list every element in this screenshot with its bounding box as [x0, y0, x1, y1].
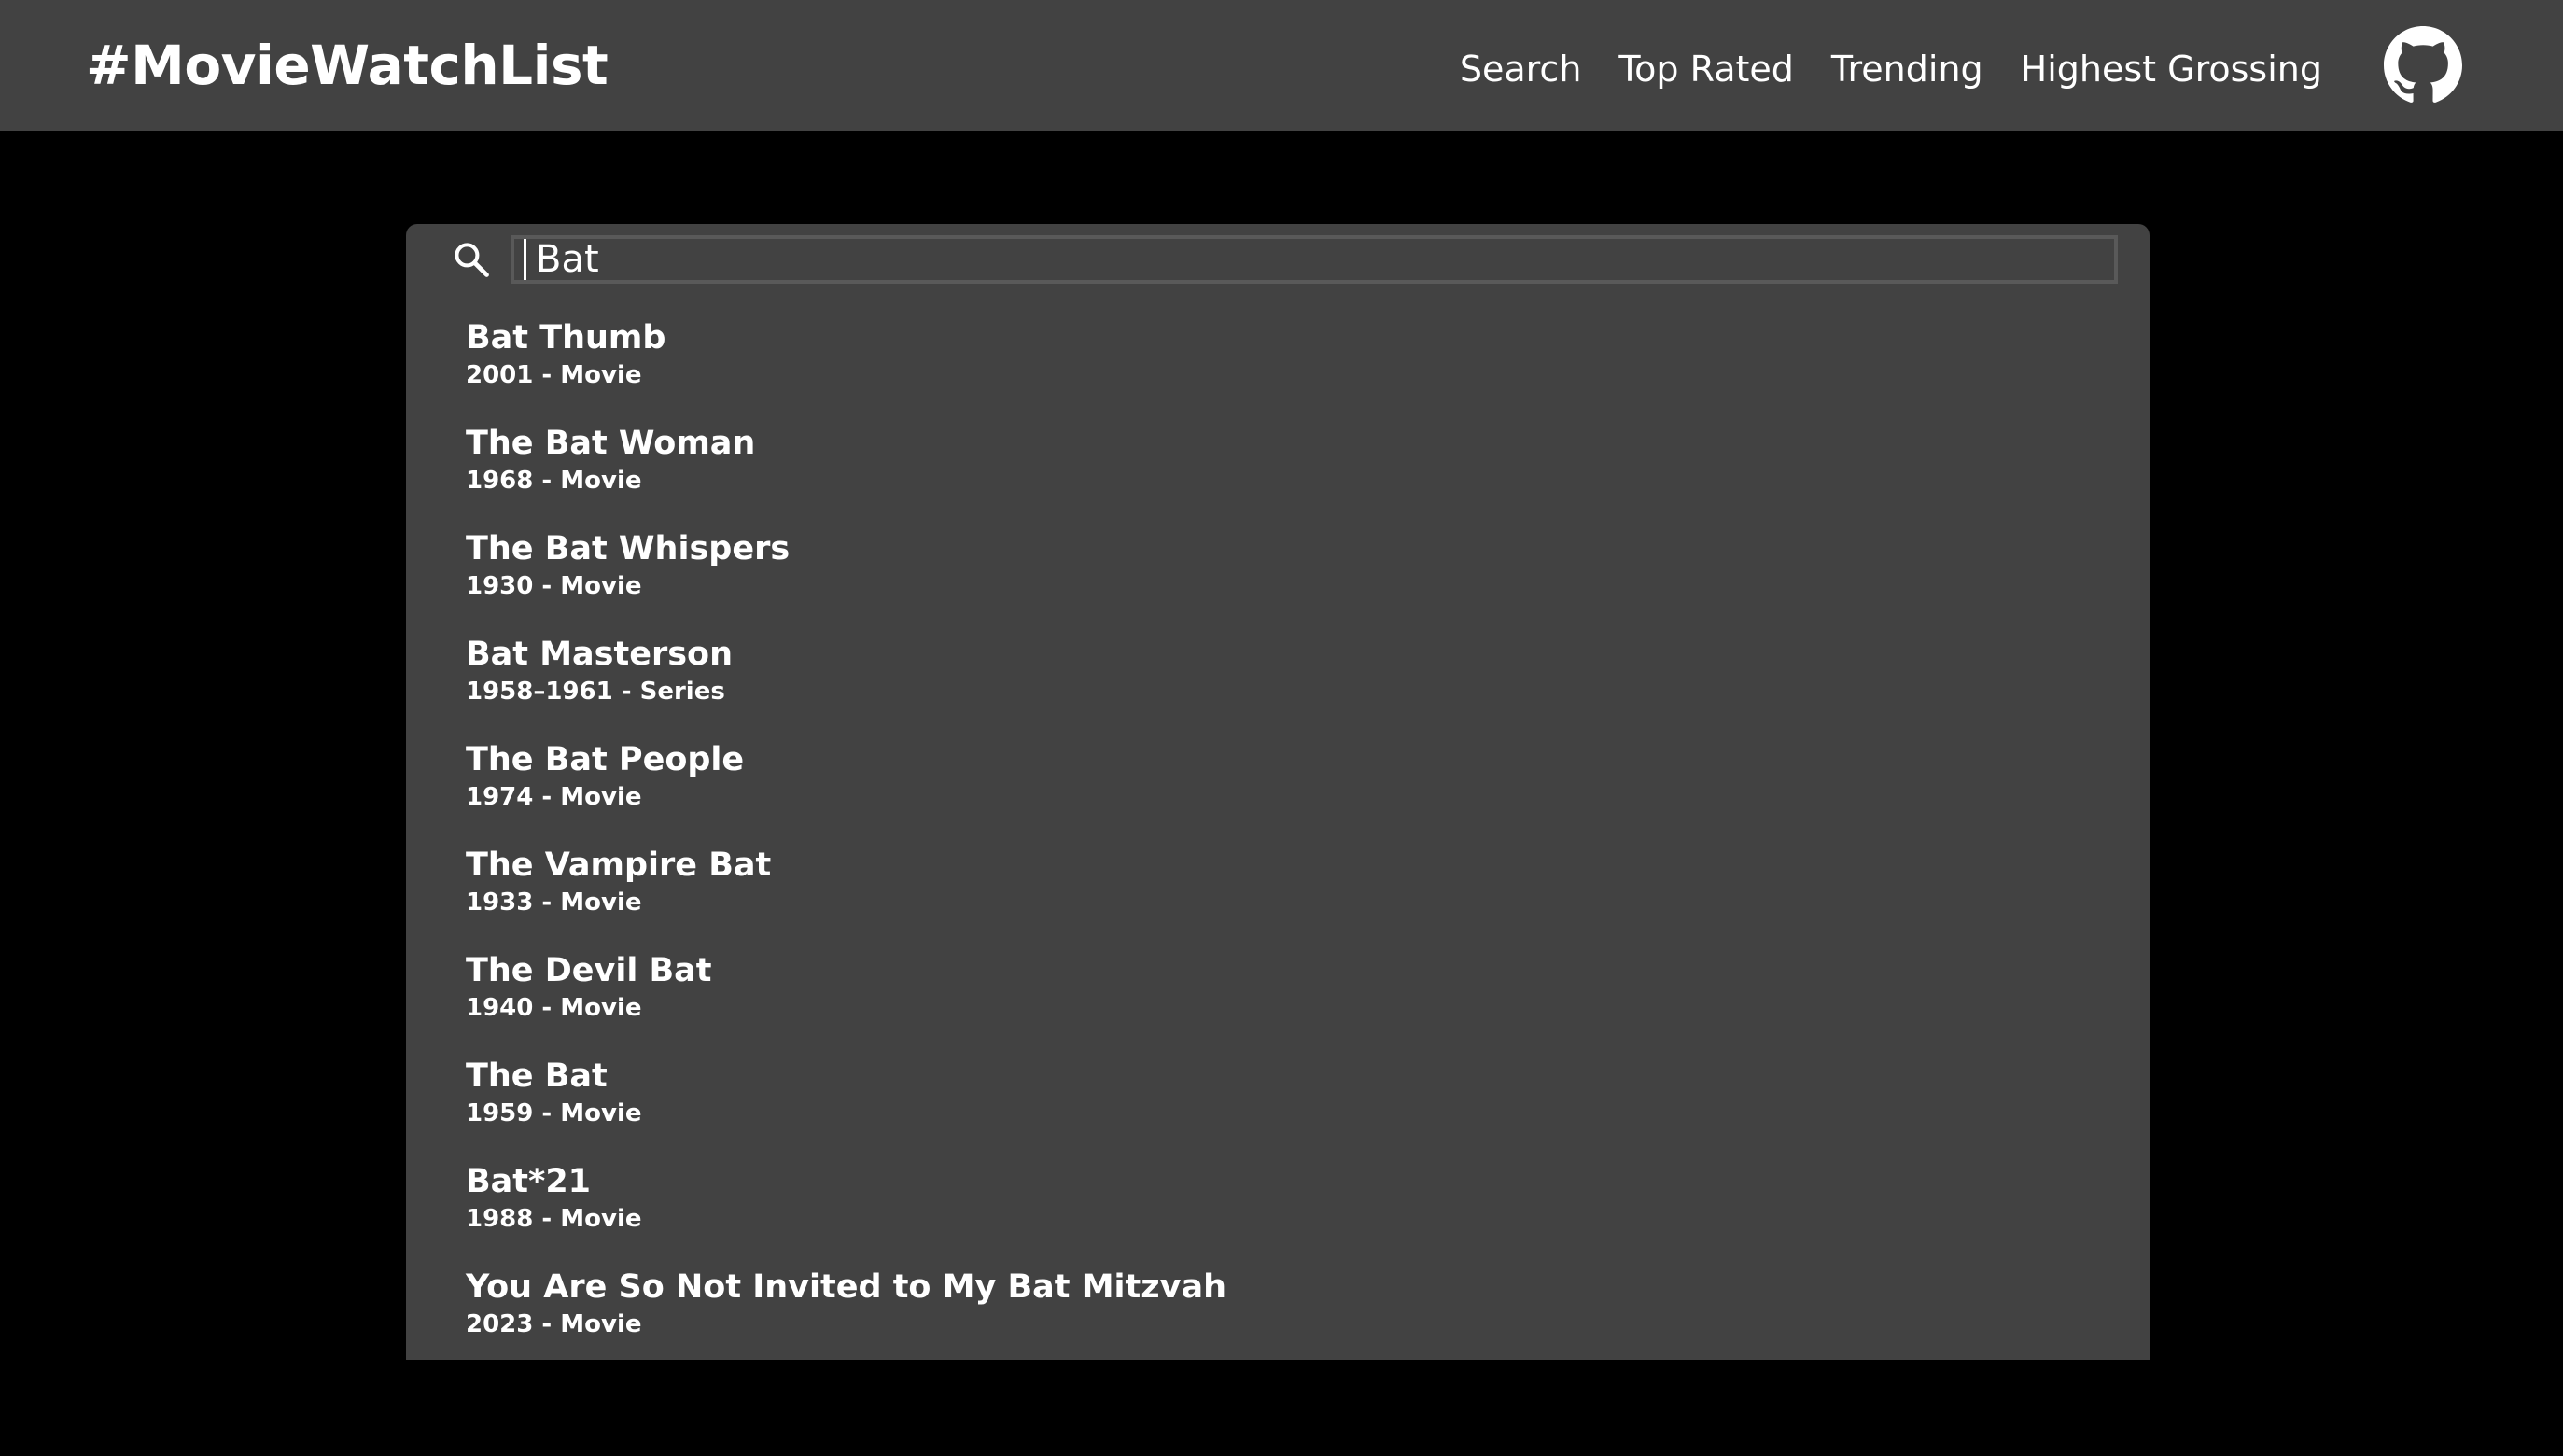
result-meta: 1940 - Movie [466, 994, 642, 1022]
search-field[interactable] [511, 235, 2118, 284]
result-title: The Bat People [466, 741, 745, 778]
result-meta: 2001 - Movie [466, 361, 642, 389]
search-panel: Bat Thumb 2001 - Movie The Bat Woman 196… [406, 224, 2150, 1360]
result-item[interactable]: Bat*21 1988 - Movie [466, 1161, 2090, 1267]
result-title: You Are So Not Invited to My Bat Mitzvah [466, 1268, 1226, 1306]
result-title: The Devil Bat [466, 952, 712, 989]
search-results-list: Bat Thumb 2001 - Movie The Bat Woman 196… [466, 317, 2090, 1372]
result-title: Bat*21 [466, 1163, 592, 1200]
result-item[interactable]: The Bat 1959 - Movie [466, 1056, 2090, 1161]
nav-highest-grossing-link[interactable]: Highest Grossing [2021, 43, 2322, 95]
result-meta: 1988 - Movie [466, 1205, 642, 1233]
search-icon [455, 243, 489, 277]
result-meta: 1958–1961 - Series [466, 678, 725, 706]
result-meta: 2023 - Movie [466, 1310, 642, 1338]
result-item[interactable]: You Are So Not Invited to My Bat Mitzvah… [466, 1267, 2090, 1372]
result-meta: 1959 - Movie [466, 1099, 642, 1127]
nav-menu: Search Top Rated Trending Highest Grossi… [1460, 43, 2322, 95]
result-title: Bat Masterson [466, 636, 734, 673]
nav-trending-link[interactable]: Trending [1831, 43, 1983, 95]
result-item[interactable]: Bat Masterson 1958–1961 - Series [466, 634, 2090, 739]
result-meta: 1968 - Movie [466, 467, 642, 495]
site-logo-title[interactable]: #MovieWatchList [86, 32, 609, 99]
result-meta: 1930 - Movie [466, 572, 642, 600]
search-input[interactable] [524, 239, 2113, 280]
result-title: The Bat Woman [466, 425, 756, 462]
top-nav-bar: #MovieWatchList Search Top Rated Trendin… [0, 0, 2563, 131]
result-title: The Vampire Bat [466, 847, 772, 884]
nav-top-rated-link[interactable]: Top Rated [1618, 43, 1793, 95]
result-meta: 1974 - Movie [466, 783, 642, 811]
result-meta: 1933 - Movie [466, 889, 642, 917]
result-title: The Bat Whispers [466, 530, 791, 567]
result-item[interactable]: Bat Thumb 2001 - Movie [466, 317, 2090, 423]
nav-search-link[interactable]: Search [1460, 43, 1582, 95]
result-item[interactable]: The Devil Bat 1940 - Movie [466, 950, 2090, 1056]
result-item[interactable]: The Bat Whispers 1930 - Movie [466, 528, 2090, 634]
result-item[interactable]: The Bat People 1974 - Movie [466, 739, 2090, 845]
result-item[interactable]: The Vampire Bat 1933 - Movie [466, 845, 2090, 950]
result-title: Bat Thumb [466, 319, 666, 357]
result-title: The Bat [466, 1057, 608, 1095]
result-item[interactable]: The Bat Woman 1968 - Movie [466, 423, 2090, 528]
github-icon[interactable] [2384, 26, 2462, 105]
